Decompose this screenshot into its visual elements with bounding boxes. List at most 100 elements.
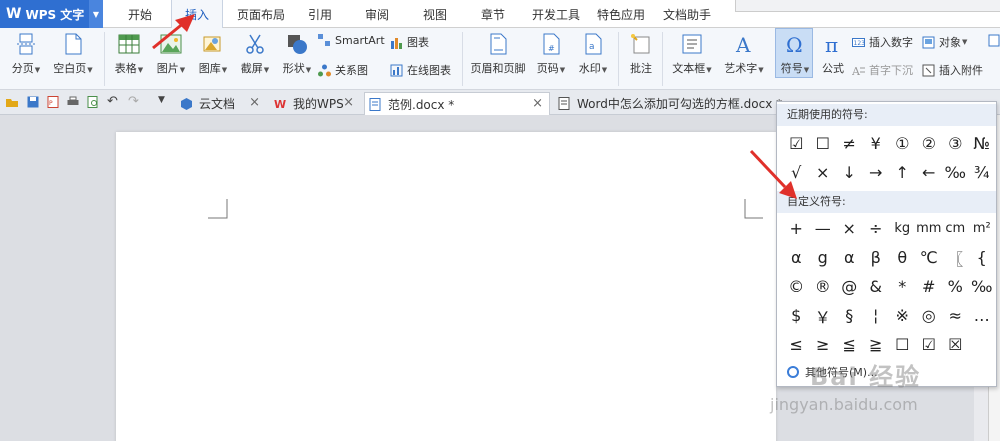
document-icon — [369, 97, 381, 111]
symbol-cell[interactable]: × — [810, 158, 837, 187]
symbol-cell[interactable]: & — [863, 272, 890, 301]
annotation-arrow-custom-symbols — [749, 149, 797, 199]
tab-references[interactable]: 引用 — [301, 0, 339, 28]
symbol-cell[interactable]: § — [836, 301, 863, 330]
symbol-cell[interactable]: * — [889, 272, 916, 301]
screenshot-button[interactable]: 截屏▼ — [236, 32, 274, 76]
symbol-cell[interactable]: ◎ — [916, 301, 943, 330]
symbol-cell[interactable]: α — [836, 243, 863, 272]
symbol-cell[interactable]: ※ — [889, 301, 916, 330]
symbol-button[interactable]: Ω 符号▼ — [775, 28, 813, 78]
symbol-cell[interactable]: ≠ — [836, 129, 863, 158]
symbol-cell[interactable]: ¾ — [969, 158, 996, 187]
tab-page-layout[interactable]: 页面布局 — [231, 0, 291, 28]
close-icon[interactable]: × — [532, 96, 543, 111]
symbol-cell[interactable]: { — [969, 243, 996, 272]
doc-tab-my-wps[interactable]: W 我的WPS × — [270, 92, 360, 115]
undo-icon[interactable]: ↶ — [107, 94, 118, 109]
page-margin-corner-left — [208, 199, 228, 219]
symbol-cell[interactable]: ® — [810, 272, 837, 301]
doc-tab-label: 云文档 — [199, 97, 236, 111]
symbol-cell[interactable]: + — [783, 214, 810, 243]
drop-cap-button[interactable]: A 首字下沉 — [852, 62, 913, 78]
doc-tab-cloud[interactable]: 云文档 × — [176, 92, 266, 115]
symbol-cell[interactable]: 〖 — [942, 243, 969, 272]
chevron-down-icon[interactable]: ▼ — [89, 0, 103, 28]
symbol-cell[interactable]: ≈ — [942, 301, 969, 330]
redo-icon[interactable]: ↷ — [128, 94, 139, 109]
symbol-cell[interactable]: © — [783, 272, 810, 301]
symbol-cell[interactable]: ② — [916, 129, 943, 158]
ribbon-overflow-icon[interactable] — [988, 34, 1000, 47]
symbol-cell[interactable]: kg — [889, 214, 916, 243]
chart-button[interactable]: 图表 — [390, 34, 429, 50]
print-preview-icon[interactable] — [87, 96, 99, 108]
smartart-label: SmartArt — [335, 34, 385, 47]
comment-icon — [631, 34, 650, 54]
symbol-cell[interactable]: % — [942, 272, 969, 301]
symbol-cell[interactable]: ③ — [942, 129, 969, 158]
symbol-cell[interactable]: α — [783, 243, 810, 272]
symbol-cell[interactable]: mm — [916, 214, 943, 243]
shape-button[interactable]: 形状▼ — [278, 32, 316, 76]
textbox-button[interactable]: 文本框▼ — [668, 32, 716, 76]
symbol-cell[interactable]: ① — [889, 129, 916, 158]
tab-section[interactable]: 章节 — [473, 0, 513, 28]
print-icon[interactable] — [67, 96, 79, 108]
blank-page-button[interactable]: 空白页▼ — [50, 32, 96, 76]
symbol-cell[interactable]: @ — [836, 272, 863, 301]
symbol-cell[interactable]: $ — [783, 301, 810, 330]
smartart-button[interactable]: SmartArt — [318, 34, 385, 47]
symbol-cell[interactable]: cm — [942, 214, 969, 243]
tab-developer[interactable]: 开发工具 — [527, 0, 585, 28]
symbol-cell[interactable]: ← — [916, 158, 943, 187]
tab-doc-assistant[interactable]: 文档助手 — [659, 0, 715, 28]
symbol-cell[interactable]: ¥ — [863, 129, 890, 158]
page-number-button[interactable]: # 页码▼ — [532, 32, 570, 76]
symbol-cell[interactable]: ↑ — [889, 158, 916, 187]
formula-button[interactable]: π 公式 — [816, 32, 850, 76]
page-break-button[interactable]: 分页▼ — [8, 32, 44, 76]
symbol-cell[interactable]: ℃ — [916, 243, 943, 272]
attachment-button[interactable]: 插入附件 — [922, 62, 983, 78]
relation-button[interactable]: 关系图 — [318, 62, 368, 78]
symbol-cell[interactable]: ￥ — [810, 301, 837, 330]
document-page[interactable] — [116, 132, 776, 441]
insert-number-button[interactable]: 123 插入数字 — [852, 34, 913, 50]
close-icon[interactable]: × — [343, 95, 354, 110]
symbol-cell[interactable]: ¦ — [863, 301, 890, 330]
header-footer-button[interactable]: 页眉和页脚 — [468, 32, 528, 76]
symbol-cell[interactable]: → — [863, 158, 890, 187]
symbol-cell[interactable]: m² — [969, 214, 996, 243]
symbol-cell[interactable]: ↓ — [836, 158, 863, 187]
close-icon[interactable]: × — [249, 95, 260, 110]
object-button[interactable]: 对象 ▼ — [922, 34, 967, 50]
symbol-cell[interactable]: — — [810, 214, 837, 243]
app-menu-button[interactable]: W WPS 文字 ▼ — [0, 0, 103, 28]
online-chart-button[interactable]: 在线图表 — [390, 62, 451, 78]
symbol-cell[interactable]: ÷ — [863, 214, 890, 243]
symbol-cell[interactable]: … — [969, 301, 996, 330]
wordart-button[interactable]: A 艺术字▼ — [720, 32, 768, 76]
doc-tab-word-checkbox[interactable]: Word中怎么添加可勾选的方框.docx * — [554, 92, 784, 115]
comment-button[interactable]: 批注 — [624, 32, 658, 76]
symbol-cell[interactable]: ‰ — [969, 272, 996, 301]
symbol-cell[interactable]: θ — [889, 243, 916, 272]
save-icon[interactable] — [27, 96, 39, 108]
symbol-cell[interactable]: ‰ — [942, 158, 969, 187]
symbol-cell[interactable]: # — [916, 272, 943, 301]
symbol-cell[interactable]: × — [836, 214, 863, 243]
tab-view[interactable]: 视图 — [415, 0, 455, 28]
watermark-button[interactable]: a 水印▼ — [574, 32, 612, 76]
export-pdf-icon[interactable]: P — [47, 96, 59, 108]
open-folder-icon[interactable] — [6, 96, 18, 108]
quick-toolbar-dropdown-icon[interactable]: ▼ — [158, 95, 165, 105]
tab-review[interactable]: 审阅 — [357, 0, 397, 28]
table-button[interactable]: 表格▼ — [110, 32, 148, 76]
tab-features[interactable]: 特色应用 — [593, 0, 649, 28]
symbol-cell[interactable]: № — [969, 129, 996, 158]
symbol-cell[interactable]: ☐ — [810, 129, 837, 158]
symbol-cell[interactable]: β — [863, 243, 890, 272]
doc-tab-example[interactable]: 范例.docx * × — [364, 92, 550, 115]
symbol-cell[interactable]: g — [810, 243, 837, 272]
